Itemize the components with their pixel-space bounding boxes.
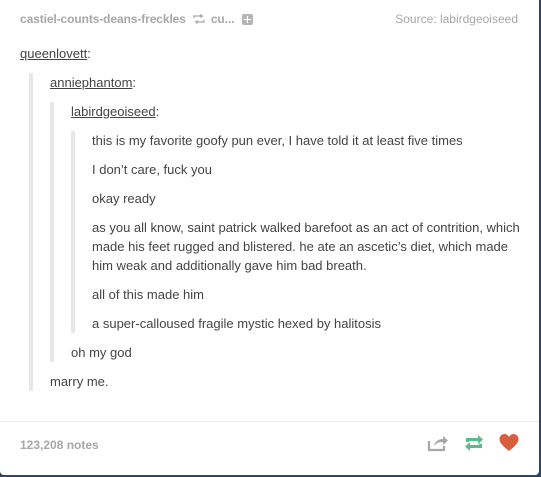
post-footer: 123,208 notes	[0, 421, 539, 475]
author-link[interactable]: queenlovett	[20, 44, 87, 63]
reblog-arrow-icon	[193, 14, 205, 24]
quote-line: okay ready	[92, 191, 156, 206]
quote1-author-link[interactable]: anniephantom	[50, 73, 132, 92]
source-link[interactable]: Source: labirdgeoiseed	[395, 12, 518, 26]
reblog-trail: castiel-counts-deans-freckles cu...	[20, 12, 254, 26]
blockquote-level-2: labirdgeoiseed: this is my favorite goof…	[50, 102, 520, 362]
blockquote-level-1: anniephantom: labirdgeoiseed: this is my…	[29, 73, 520, 391]
quote-line: all of this made him	[92, 287, 204, 302]
post-header: castiel-counts-deans-freckles cu... Sour…	[20, 12, 518, 28]
quote-line: I don’t care, fuck you	[92, 162, 212, 177]
post-card: castiel-counts-deans-freckles cu... Sour…	[0, 0, 539, 475]
trail-user-link[interactable]: castiel-counts-deans-freckles	[20, 12, 186, 26]
quote1-reply: marry me.	[50, 374, 109, 389]
quote-line: a super-calloused fragile mystic hexed b…	[92, 316, 382, 331]
notes-count[interactable]: 123,208 notes	[20, 438, 99, 452]
share-icon[interactable]	[427, 434, 449, 452]
quote2-author-link[interactable]: labirdgeoiseed	[71, 102, 156, 121]
quote-line: as you all know, saint patrick walked ba…	[92, 220, 520, 273]
post-body: queenlovett: anniephantom: labirdgeoisee…	[20, 44, 520, 391]
expand-trail-icon[interactable]	[242, 13, 254, 25]
blockquote-level-3: this is my favorite goofy pun ever, I ha…	[71, 131, 520, 333]
reblog-icon[interactable]	[463, 434, 485, 452]
quote2-reply: oh my god	[71, 345, 132, 360]
heart-icon[interactable]	[499, 434, 519, 452]
trail-next-link[interactable]: cu...	[211, 12, 235, 26]
post-actions	[427, 434, 519, 452]
quote-line: this is my favorite goofy pun ever, I ha…	[92, 133, 463, 148]
